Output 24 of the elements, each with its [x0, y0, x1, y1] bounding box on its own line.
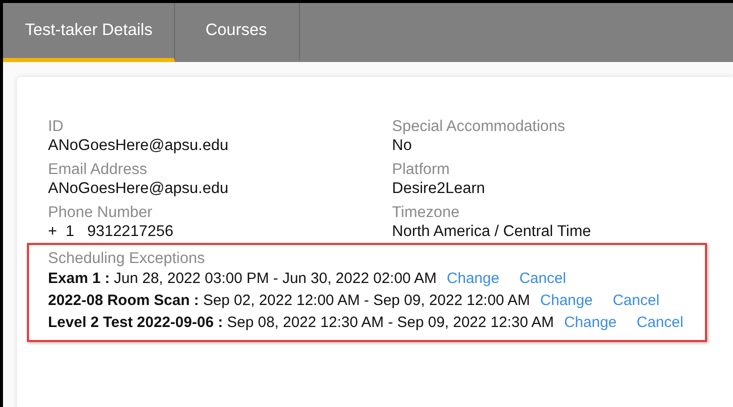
field-value: ANoGoesHere@apsu.edu	[48, 136, 230, 155]
tab[interactable]: Test-taker Details	[3, 3, 176, 62]
field-value: No	[392, 136, 413, 155]
field-label: Phone Number	[48, 203, 154, 222]
action-link[interactable]: Cancel	[612, 290, 660, 312]
action-link[interactable]: Change	[540, 290, 593, 312]
section-title: Scheduling Exceptions	[48, 249, 206, 268]
exception-text: Level 2 Test 2022-09-06 : Sep 08, 2022 12:30 AM - Sep 09, 2022 12:30 AM	[48, 314, 554, 331]
field-label: ID	[48, 117, 64, 136]
action-link[interactable]: Cancel	[519, 268, 566, 290]
field-value: Desire2Learn	[392, 179, 486, 198]
action-link[interactable]: Change	[564, 312, 617, 334]
field-label: Special Accommodations	[392, 117, 566, 136]
field-value: North America / Central Time	[392, 222, 592, 241]
tab[interactable]: Courses	[175, 3, 300, 62]
field-value: + 1 9312217256	[48, 222, 174, 241]
field-value: ANoGoesHere@apsu.edu	[48, 179, 230, 198]
field-label: Email Address	[48, 160, 148, 179]
action-link[interactable]: Cancel	[636, 312, 684, 334]
field-label: Platform	[392, 160, 451, 179]
exception-text: Exam 1 : Jun 28, 2022 03:00 PM - Jun 30, 2022 02:00 AM	[48, 270, 437, 287]
field-label: Timezone	[392, 203, 460, 222]
action-link[interactable]: Change	[446, 268, 500, 290]
exception-text: 2022-08 Room Scan : Sep 02, 2022 12:00 AM - Sep 09, 2022 12:00 AM	[48, 292, 530, 309]
